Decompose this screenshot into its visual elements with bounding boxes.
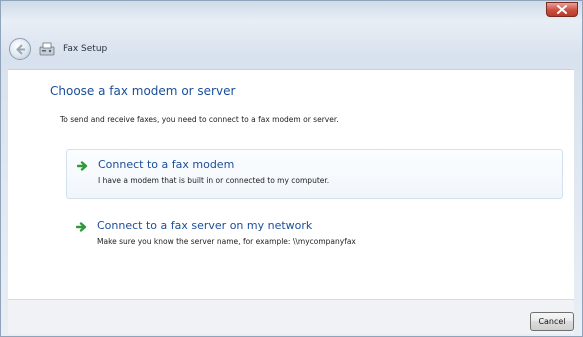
fax-icon bbox=[39, 42, 55, 56]
back-arrow-icon bbox=[15, 43, 25, 55]
option-description: Make sure you know the server name, for … bbox=[97, 237, 356, 246]
title-bar bbox=[1, 1, 582, 17]
footer-bar: Cancel bbox=[8, 299, 574, 334]
green-arrow-icon bbox=[76, 222, 87, 232]
green-arrow-icon bbox=[77, 161, 88, 171]
option-description: I have a modem that is built in or conne… bbox=[98, 176, 330, 185]
option-title: Connect to a fax server on my network bbox=[97, 219, 313, 232]
close-button[interactable] bbox=[546, 2, 578, 17]
back-button[interactable] bbox=[9, 38, 31, 60]
connect-fax-modem-option[interactable]: Connect to a fax modem I have a modem th… bbox=[66, 149, 563, 199]
page-heading: Choose a fax modem or server bbox=[50, 84, 236, 98]
close-icon bbox=[557, 5, 567, 14]
navigation-row: Fax Setup bbox=[1, 29, 582, 69]
fax-setup-window: Fax Setup Choose a fax modem or server T… bbox=[0, 0, 583, 337]
connect-fax-server-option[interactable]: Connect to a fax server on my network Ma… bbox=[66, 211, 563, 261]
window-title: Fax Setup bbox=[63, 44, 108, 54]
option-title: Connect to a fax modem bbox=[98, 158, 235, 171]
instruction-text: To send and receive faxes, you need to c… bbox=[60, 115, 339, 124]
content-area: Choose a fax modem or server To send and… bbox=[8, 69, 574, 300]
cancel-button[interactable]: Cancel bbox=[530, 312, 574, 331]
